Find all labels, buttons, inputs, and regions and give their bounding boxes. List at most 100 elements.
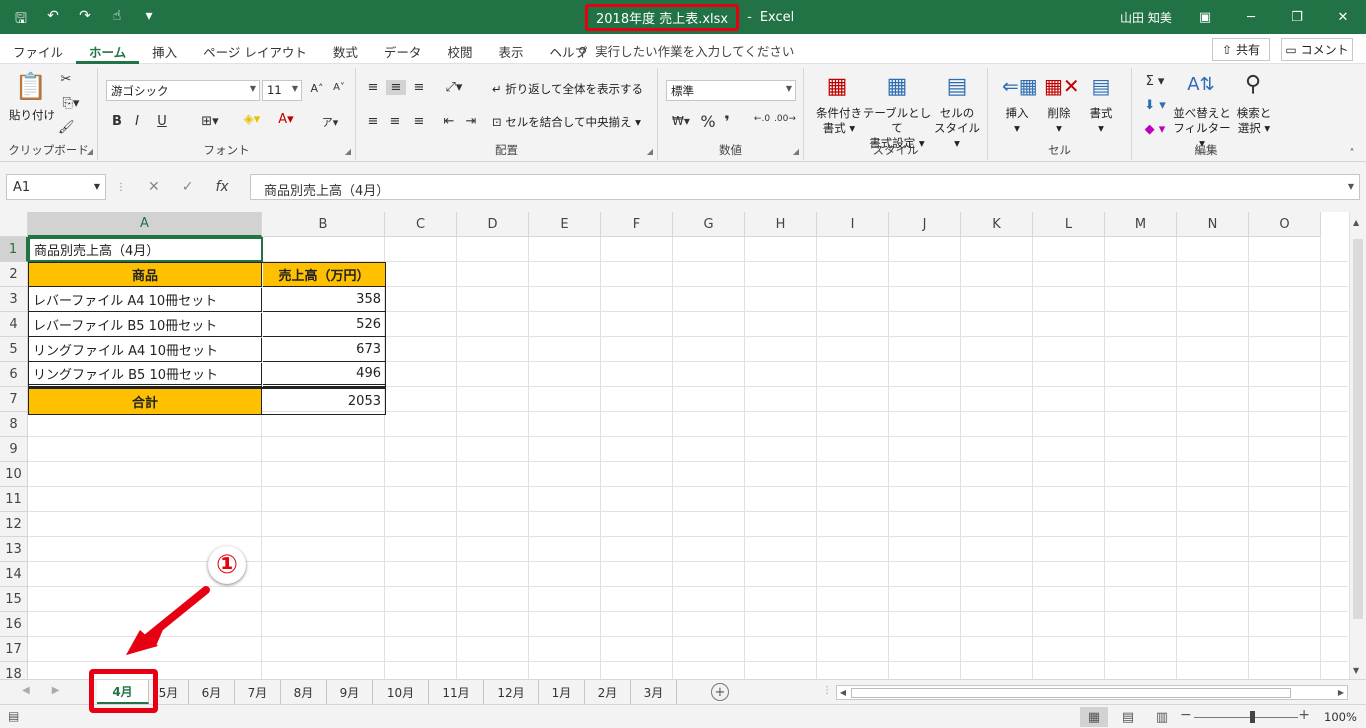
- minimize-icon[interactable]: ─: [1228, 0, 1274, 34]
- row-header-13[interactable]: 13: [0, 537, 28, 562]
- font-size-select[interactable]: 11 ▼: [262, 80, 302, 101]
- row-header-15[interactable]: 15: [0, 587, 28, 612]
- column-header-L[interactable]: L: [1033, 212, 1105, 237]
- row-header-12[interactable]: 12: [0, 512, 28, 537]
- table-row-value[interactable]: 358: [263, 288, 385, 312]
- dialog-launcher-icon[interactable]: ◢: [345, 147, 351, 156]
- cell-A1[interactable]: 商品別売上高（4月）: [28, 237, 263, 262]
- accounting-format-icon[interactable]: ₩▾: [666, 114, 696, 128]
- cut-icon[interactable]: ✂: [58, 72, 74, 87]
- column-header-I[interactable]: I: [817, 212, 889, 237]
- header-product[interactable]: 商品: [29, 263, 262, 287]
- row-header-5[interactable]: 5: [0, 337, 28, 362]
- horizontal-scrollbar[interactable]: ◀ ▶: [836, 685, 1348, 700]
- dialog-launcher-icon[interactable]: ◢: [87, 147, 93, 156]
- font-color-icon[interactable]: A▾: [272, 112, 300, 127]
- row-header-14[interactable]: 14: [0, 562, 28, 587]
- tab-4[interactable]: 数式: [320, 34, 371, 64]
- row-header-6[interactable]: 6: [0, 362, 28, 387]
- header-sales[interactable]: 売上高（万円）: [263, 263, 385, 287]
- tab-6[interactable]: 校閲: [434, 34, 485, 64]
- save-icon[interactable]: 🖫: [12, 8, 30, 32]
- decrease-decimal-icon[interactable]: .00→: [774, 114, 796, 124]
- delete-cells-button[interactable]: 削除 ▾: [1040, 106, 1078, 136]
- tab-3[interactable]: ページ レイアウト: [190, 34, 320, 64]
- ribbon-display-icon[interactable]: ▣: [1182, 0, 1228, 34]
- table-row-product[interactable]: レバーファイル A4 10冊セット: [29, 288, 262, 312]
- sheet-tab[interactable]: 10月: [373, 680, 429, 704]
- font-family-select[interactable]: 游ゴシック ▼: [106, 80, 260, 101]
- column-header-D[interactable]: D: [457, 212, 529, 237]
- redo-icon[interactable]: ↷: [76, 8, 94, 32]
- borders-icon[interactable]: ⊞▾: [196, 114, 224, 129]
- sort-filter-icon[interactable]: A⇅: [1186, 74, 1216, 102]
- fill-icon[interactable]: ⬇ ▾: [1140, 98, 1170, 113]
- formula-input[interactable]: 商品別売上高（4月） ▼: [250, 174, 1360, 200]
- clear-icon[interactable]: ◆ ▾: [1140, 122, 1170, 137]
- user-name[interactable]: 山田 知美: [1120, 9, 1172, 26]
- wrap-text-button[interactable]: ↵ 折り返して全体を表示する: [492, 82, 652, 97]
- merge-center-button[interactable]: ⊡ セルを結合して中央揃え ▾: [492, 115, 652, 130]
- format-cells-icon[interactable]: ▤: [1086, 74, 1116, 102]
- worksheet-grid[interactable]: ABCDEFGHIJKLMNO 1 2 3 4 5 6 7 8 9 10 11 12 13 14 15 16 1…: [0, 212, 1366, 679]
- next-sheet-icon[interactable]: ▶: [52, 685, 60, 696]
- zoom-out-icon[interactable]: −: [1180, 707, 1192, 723]
- column-header-J[interactable]: J: [889, 212, 961, 237]
- phonetic-icon[interactable]: ア▾: [316, 114, 344, 130]
- zoom-slider[interactable]: − +: [1180, 707, 1310, 725]
- tab-split-handle[interactable]: ⋮: [822, 685, 832, 696]
- close-icon[interactable]: ✕: [1320, 0, 1366, 34]
- name-box[interactable]: A1 ▼: [6, 174, 106, 200]
- horizontal-scroll-thumb[interactable]: [851, 688, 1291, 698]
- row-header-18[interactable]: 18: [0, 662, 28, 679]
- underline-button[interactable]: U: [150, 114, 174, 129]
- column-header-E[interactable]: E: [529, 212, 601, 237]
- prev-sheet-icon[interactable]: ◀: [22, 685, 30, 696]
- column-header-N[interactable]: N: [1177, 212, 1249, 237]
- column-header-A[interactable]: A: [28, 212, 262, 237]
- autosum-icon[interactable]: Σ ▾: [1140, 74, 1170, 89]
- sheet-tab[interactable]: 11月: [429, 680, 484, 704]
- row-header-4[interactable]: 4: [0, 312, 28, 337]
- orientation-icon[interactable]: ⤢▾: [440, 80, 468, 95]
- align-center-icon[interactable]: ≡: [386, 114, 404, 129]
- touch-mode-icon[interactable]: ☝: [108, 8, 126, 32]
- sheet-tab[interactable]: 9月: [327, 680, 373, 704]
- increase-decimal-icon[interactable]: ←.0: [752, 114, 772, 124]
- column-header-H[interactable]: H: [745, 212, 817, 237]
- italic-button[interactable]: I: [130, 114, 144, 129]
- find-select-button[interactable]: 検索と 選択 ▾: [1232, 106, 1276, 136]
- sheet-tab[interactable]: 2月: [585, 680, 631, 704]
- increase-indent-icon[interactable]: ⇥: [462, 114, 480, 129]
- column-header-G[interactable]: G: [673, 212, 745, 237]
- row-header-1[interactable]: 1: [0, 237, 28, 262]
- number-format-select[interactable]: 標準 ▼: [666, 80, 796, 101]
- paste-icon[interactable]: 📋: [14, 72, 48, 106]
- sheet-tab[interactable]: 6月: [189, 680, 235, 704]
- scroll-up-icon[interactable]: ▲: [1353, 218, 1359, 227]
- shrink-font-icon[interactable]: A˅: [330, 82, 348, 93]
- delete-cells-icon[interactable]: ▦✕: [1044, 74, 1080, 102]
- insert-cells-button[interactable]: 挿入 ▾: [998, 106, 1036, 136]
- sheet-tab[interactable]: 8月: [281, 680, 327, 704]
- macro-record-icon[interactable]: ▤: [8, 709, 19, 723]
- column-header-C[interactable]: C: [385, 212, 457, 237]
- tab-7[interactable]: 表示: [485, 34, 536, 64]
- column-header-M[interactable]: M: [1105, 212, 1177, 237]
- align-middle-icon[interactable]: ≡: [386, 80, 406, 95]
- collapse-ribbon-icon[interactable]: ˄: [1344, 148, 1360, 159]
- zoom-in-icon[interactable]: +: [1298, 707, 1310, 723]
- row-header-11[interactable]: 11: [0, 487, 28, 512]
- tab-2[interactable]: 挿入: [139, 34, 190, 64]
- grow-font-icon[interactable]: A˄: [308, 82, 326, 95]
- sheet-tab[interactable]: 3月: [631, 680, 677, 704]
- row-header-17[interactable]: 17: [0, 637, 28, 662]
- customize-qat-icon[interactable]: ▾: [140, 8, 158, 32]
- zoom-level[interactable]: 100%: [1324, 710, 1357, 724]
- undo-icon[interactable]: ↶: [44, 8, 62, 32]
- tab-0[interactable]: ファイル: [0, 34, 76, 64]
- row-header-8[interactable]: 8: [0, 412, 28, 437]
- insert-cells-icon[interactable]: ⇐▦: [1002, 74, 1038, 102]
- add-sheet-icon[interactable]: +: [711, 683, 729, 701]
- total-label[interactable]: 合計: [29, 389, 262, 414]
